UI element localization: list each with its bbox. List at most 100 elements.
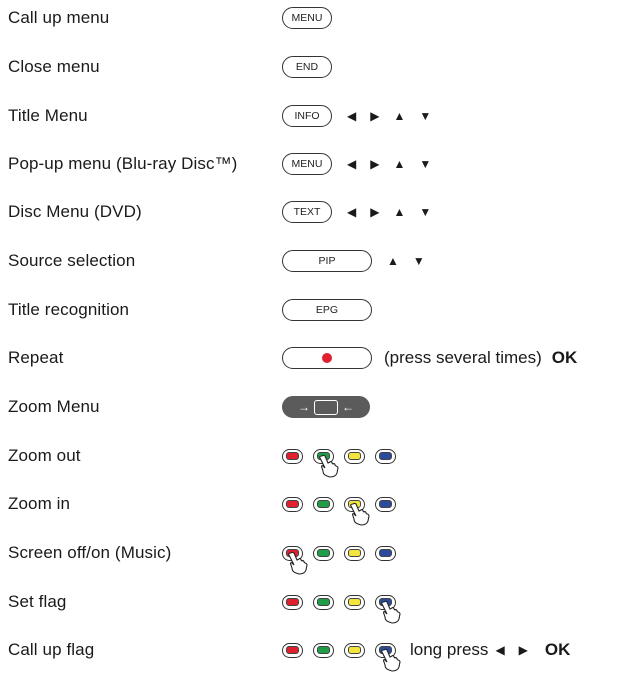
arrow-down-icon: ▼ — [419, 205, 432, 219]
arrow-up-icon: ▲ — [393, 205, 406, 219]
navigation-arrows: ◀ ▶ ▲ ▼ — [340, 157, 438, 171]
row-zoom-in: Zoom in — [0, 486, 630, 526]
navigation-arrows: ◀ ▶ ▲ ▼ — [340, 109, 438, 123]
row-controls: → ← — [282, 389, 378, 425]
arrow-left-icon: ◀ — [347, 109, 357, 123]
blue-key — [375, 642, 401, 672]
green-key — [313, 642, 334, 658]
row-controls: INFO ◀ ▶ ▲ ▼ — [282, 98, 438, 134]
arrow-right-icon: ▶ — [518, 643, 528, 657]
row-title-menu: Title Menu INFO ◀ ▶ ▲ ▼ — [0, 98, 630, 134]
row-label: Pop-up menu (Blu-ray Disc™) — [8, 154, 238, 173]
red-key — [282, 448, 303, 464]
row-title-recognition: Title recognition EPG — [0, 292, 630, 328]
blue-key — [375, 496, 396, 512]
arrow-right-icon: ▶ — [370, 109, 380, 123]
row-controls — [282, 584, 406, 624]
row-controls: (press several times) OK — [282, 340, 577, 376]
pointing-hand-icon — [350, 502, 370, 526]
navigation-arrows: ◀ ▶ — [488, 643, 534, 657]
row-controls: long press ◀ ▶ OK — [282, 632, 571, 672]
row-zoom-out: Zoom out — [0, 438, 630, 478]
row-label: Disc Menu (DVD) — [8, 202, 142, 221]
row-controls: PIP ▲ ▼ — [282, 243, 432, 279]
arrow-up-icon: ▲ — [393, 109, 406, 123]
row-controls — [282, 438, 406, 478]
navigation-arrows: ▲ ▼ — [380, 254, 432, 268]
row-label: Zoom in — [8, 494, 71, 513]
row-popup-menu: Pop-up menu (Blu-ray Disc™) MENU ◀ ▶ ▲ ▼ — [0, 146, 630, 182]
row-label: Title recognition — [8, 300, 130, 319]
row-label: Close menu — [8, 57, 100, 76]
screen-frame-icon — [314, 399, 338, 415]
row-label: Title Menu — [8, 106, 88, 125]
row-call-up-menu: Call up menu MENU — [0, 0, 630, 36]
row-controls: TEXT ◀ ▶ ▲ ▼ — [282, 194, 438, 230]
text-key: TEXT — [282, 201, 332, 223]
yellow-key — [344, 594, 365, 610]
info-key: INFO — [282, 105, 332, 127]
arrow-right-icon: ▶ — [370, 157, 380, 171]
ok-label: OK — [551, 348, 578, 367]
yellow-key — [344, 496, 370, 526]
repeat-note: (press several times) — [384, 348, 542, 367]
pointing-hand-icon — [288, 551, 308, 575]
row-screen-off-on: Screen off/on (Music) — [0, 535, 630, 575]
menu-key: MENU — [282, 7, 332, 29]
row-label: Set flag — [8, 592, 67, 611]
arrow-right-icon: ▶ — [370, 205, 380, 219]
pip-key: PIP — [282, 250, 372, 272]
red-key — [282, 545, 308, 575]
arrow-down-icon: ▼ — [419, 109, 432, 123]
arrow-down-icon: ▼ — [412, 254, 425, 268]
blue-key — [375, 594, 401, 624]
long-press-note: long press — [410, 640, 489, 659]
row-set-flag: Set flag — [0, 584, 630, 624]
arrow-left-icon: ◀ — [347, 205, 357, 219]
green-key — [313, 594, 334, 610]
row-controls: MENU ◀ ▶ ▲ ▼ — [282, 146, 438, 182]
record-dot-icon — [322, 353, 332, 363]
row-label: Call up flag — [8, 640, 95, 659]
record-key — [282, 347, 372, 369]
arrow-left-icon: ◀ — [495, 643, 505, 657]
row-controls: EPG — [282, 292, 380, 328]
arrow-up-icon: ▲ — [387, 254, 399, 268]
row-source-selection: Source selection PIP ▲ ▼ — [0, 243, 630, 279]
row-label: Screen off/on (Music) — [8, 543, 172, 562]
row-call-up-flag: Call up flag long press ◀ ▶ OK — [0, 632, 630, 672]
zoom-screen-icon: → ← — [282, 396, 370, 418]
pointing-hand-icon — [381, 600, 401, 624]
arrow-up-icon: ▲ — [393, 157, 406, 171]
row-close-menu: Close menu END — [0, 49, 630, 85]
yellow-key — [344, 642, 365, 658]
arrow-left-icon: ← — [342, 400, 354, 414]
red-key — [282, 594, 303, 610]
yellow-key — [344, 448, 365, 464]
ok-label: OK — [544, 640, 571, 659]
arrow-right-icon: → — [298, 400, 310, 414]
green-key — [313, 545, 334, 561]
green-key — [313, 496, 334, 512]
menu-key: MENU — [282, 153, 332, 175]
arrow-left-icon: ◀ — [347, 157, 357, 171]
green-key — [313, 448, 339, 478]
row-label: Zoom out — [8, 446, 81, 465]
yellow-key — [344, 545, 365, 561]
row-controls — [282, 486, 406, 526]
row-controls: MENU — [282, 0, 340, 36]
row-zoom-menu: Zoom Menu → ← — [0, 389, 630, 425]
pointing-hand-icon — [381, 648, 401, 672]
row-controls — [282, 535, 406, 575]
red-key — [282, 496, 303, 512]
instruction-list: Call up menu MENU Close menu END Title M… — [0, 0, 630, 683]
pointing-hand-icon — [319, 454, 339, 478]
row-disc-menu: Disc Menu (DVD) TEXT ◀ ▶ ▲ ▼ — [0, 194, 630, 230]
blue-key — [375, 545, 396, 561]
blue-key — [375, 448, 396, 464]
epg-key: EPG — [282, 299, 372, 321]
row-controls: END — [282, 49, 340, 85]
row-repeat: Repeat (press several times) OK — [0, 340, 630, 376]
arrow-down-icon: ▼ — [419, 157, 432, 171]
red-key — [282, 642, 303, 658]
